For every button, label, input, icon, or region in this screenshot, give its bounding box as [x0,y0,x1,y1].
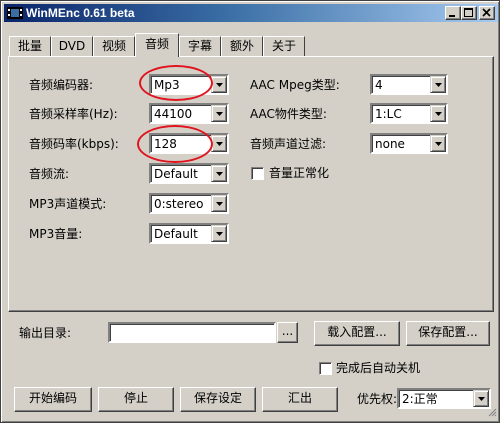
browse-button[interactable]: ... [277,322,298,343]
stream-label: 音频流: [29,167,70,181]
load-config-button[interactable]: 载入配置... [314,321,400,346]
samplerate-select[interactable]: 44100 [149,103,229,124]
tab-audio[interactable]: 音频 [135,33,179,57]
bitrate-select[interactable]: 128 [149,133,229,154]
chevron-down-icon[interactable] [211,225,227,242]
chevron-down-icon[interactable] [211,195,227,212]
normalize-checkbox[interactable] [251,167,264,180]
output-dir-label: 输出目录: [19,326,72,340]
chevron-down-icon[interactable] [211,105,227,122]
main-window: WinMEnc 0.61 beta 批量 DVD 视频 音频 字幕 额外 关于 … [0,0,500,423]
chevron-down-icon[interactable] [430,76,446,93]
maximize-button[interactable] [461,6,477,20]
tab-subtitle[interactable]: 字幕 [179,36,221,56]
aac-mpeg-label: AAC Mpeg类型: [250,78,340,92]
output-dir-input[interactable] [108,322,276,343]
window-title: WinMEnc 0.61 beta [26,6,135,20]
save-config-button[interactable]: 保存配置... [406,321,490,346]
chevron-down-icon[interactable] [211,165,227,182]
tab-about[interactable]: 关于 [263,36,305,56]
encoder-select[interactable]: Mp3 [149,74,229,95]
resize-grip-icon[interactable] [487,406,497,420]
tab-video[interactable]: 视频 [93,36,135,56]
save-settings-button[interactable]: 保存设定 [180,387,256,412]
normalize-label: 音量正常化 [269,166,330,180]
chevron-down-icon[interactable] [211,135,227,152]
tab-extra[interactable]: 额外 [221,36,263,56]
mp3-volume-select[interactable]: Default [149,223,229,244]
mp3-volume-label: MP3音量: [29,227,83,241]
shutdown-checkbox[interactable] [319,362,332,375]
encoder-label: 音频编码器: [29,78,94,92]
app-icon [7,6,23,20]
channel-filter-select[interactable]: none [370,133,448,154]
tab-dvd[interactable]: DVD [51,36,93,56]
export-button[interactable]: 汇出 [262,387,338,412]
samplerate-label: 音频采样率(Hz): [29,107,118,121]
aac-object-label: AAC物件类型: [250,107,327,121]
priority-label: 优先权: [357,392,398,406]
channel-filter-label: 音频声道过滤: [250,137,327,151]
aac-mpeg-select[interactable]: 4 [370,74,448,95]
minimize-button[interactable] [445,6,461,20]
chevron-down-icon[interactable] [211,76,227,93]
priority-select[interactable]: 2:正常 [397,388,491,409]
mp3-mode-select[interactable]: 0:stereo [149,193,229,214]
start-encode-button[interactable]: 开始编码 [14,387,92,412]
chevron-down-icon[interactable] [430,105,446,122]
stop-button[interactable]: 停止 [98,387,174,412]
title-bar[interactable]: WinMEnc 0.61 beta [4,4,498,22]
chevron-down-icon[interactable] [473,390,489,407]
close-button[interactable] [479,6,495,20]
chevron-down-icon[interactable] [430,135,446,152]
aac-object-select[interactable]: 1:LC [370,103,448,124]
shutdown-label: 完成后自动关机 [336,361,421,375]
bitrate-label: 音频码率(kbps): [29,137,119,151]
stream-select[interactable]: Default [149,163,229,184]
tab-batch[interactable]: 批量 [9,36,51,56]
mp3-mode-label: MP3声道模式: [29,197,107,211]
